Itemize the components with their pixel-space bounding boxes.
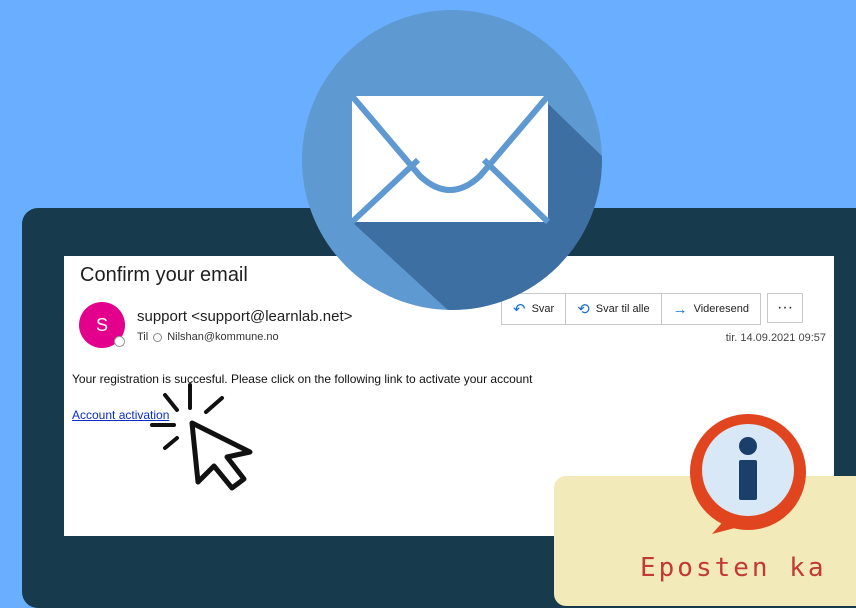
more-actions-button[interactable]: ··· xyxy=(767,293,804,323)
cursor-click-icon xyxy=(150,383,253,491)
note-text: Eposten ka xyxy=(640,553,827,583)
forward-label: Videresend xyxy=(693,303,750,315)
more-icon: ··· xyxy=(777,299,794,316)
forward-button[interactable]: → Videresend xyxy=(662,294,760,324)
email-subject: Confirm your email xyxy=(80,264,248,286)
recipient-presence-icon xyxy=(153,332,163,342)
to-label: Til xyxy=(137,331,149,343)
info-icon xyxy=(690,414,806,534)
envelope-icon xyxy=(302,10,602,310)
forward-icon: → xyxy=(672,300,688,318)
presence-indicator xyxy=(114,336,125,347)
received-date: tir. 14.09.2021 09:57 xyxy=(725,332,826,344)
recipient-line: Til Nilshan@kommune.no xyxy=(137,331,279,343)
recipient-address[interactable]: Nilshan@kommune.no xyxy=(167,331,278,343)
